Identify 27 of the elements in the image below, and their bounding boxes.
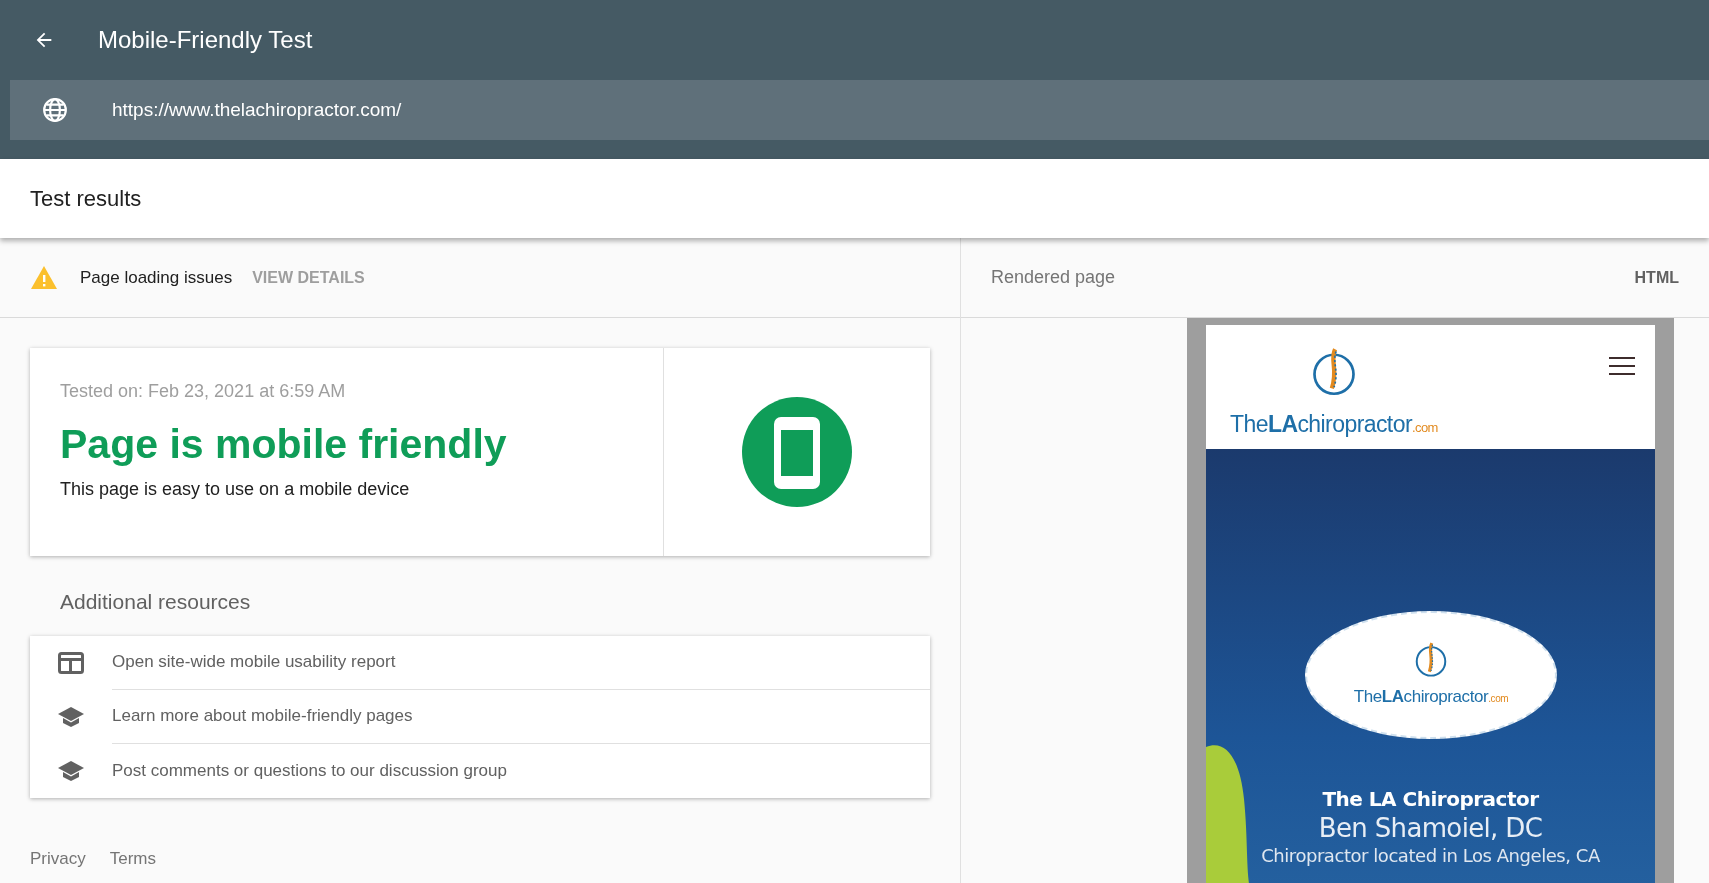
footer-link[interactable]: Terms <box>109 845 156 871</box>
footer-link[interactable]: Privacy <box>30 845 86 871</box>
badge-logo-text: TheLAchiropractor.com <box>1353 686 1509 709</box>
hero-tagline: Chiropractor located in Los Angeles, CA <box>1261 844 1600 867</box>
graduation-cap-icon <box>57 759 85 782</box>
hero-heading: The LA Chiropractor <box>1322 787 1539 812</box>
doctor-name: Ben Shamoiel, DC <box>1318 812 1543 845</box>
view-tab[interactable]: HTML <box>1634 265 1679 290</box>
app-title: Mobile-Friendly Test <box>98 25 313 55</box>
verdict-description: This page is easy to use on a mobile device <box>60 478 411 502</box>
issues-label: Page loading issues <box>80 266 233 289</box>
warning-icon <box>30 265 58 290</box>
results-title: Test results <box>30 185 142 213</box>
view-tab[interactable]: Rendered page <box>991 264 1116 291</box>
globe-icon <box>42 97 68 123</box>
resource-link[interactable]: Post comments or questions to our discussion group <box>112 743 930 798</box>
graduation-cap-icon <box>57 705 85 728</box>
web-layout-icon <box>58 651 84 674</box>
verdict-headline: Page is mobile friendly <box>60 420 508 469</box>
resource-link[interactable]: Learn more about mobile-friendly pages <box>112 689 930 744</box>
site-logo-text: TheLAchiropractor.com <box>1230 410 1438 439</box>
resources-title: Additional resources <box>60 589 252 615</box>
tested-on-text: Tested on: Feb 23, 2021 at 6:59 AM <box>60 380 347 403</box>
url-field[interactable]: https://www.thelachiropractor.com/ <box>10 80 1709 140</box>
mobile-phone-icon <box>742 397 852 507</box>
menu-button[interactable] <box>1609 357 1635 375</box>
resource-link[interactable]: Open site-wide mobile usability report <box>112 635 930 690</box>
